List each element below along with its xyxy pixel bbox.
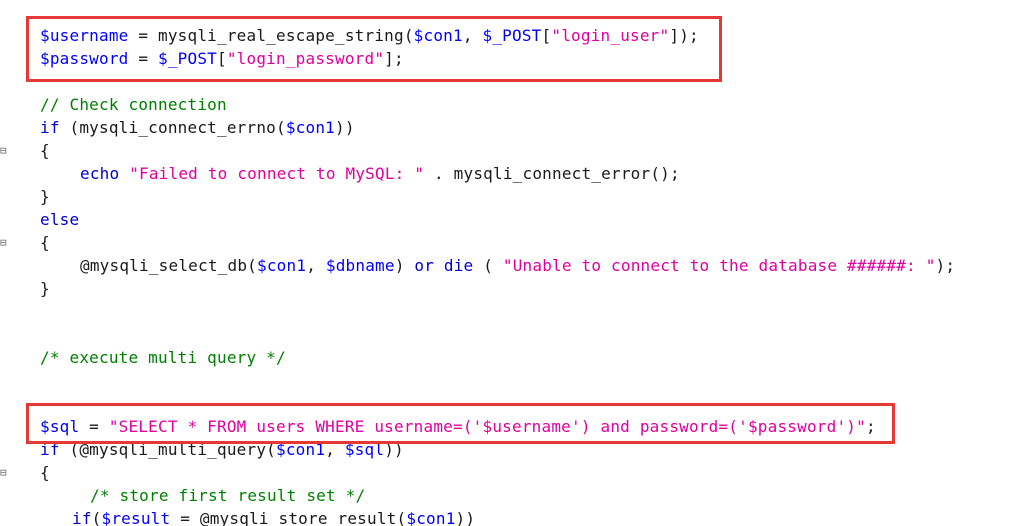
code-token: ( (59, 440, 80, 459)
code-token: if (72, 509, 92, 526)
code-token: } (40, 187, 50, 206)
code-token: )) (384, 440, 404, 459)
code-text: /* store first result set */ (90, 484, 365, 507)
code-token: } (40, 279, 50, 298)
code-token: , (462, 26, 483, 45)
code-token: { (40, 463, 50, 482)
code-token: $result (101, 509, 171, 526)
code-token: $sql (40, 417, 80, 436)
code-token: (); (650, 164, 680, 183)
code-token: die (443, 256, 474, 275)
code-token: = (79, 417, 109, 436)
code-token: $dbname (325, 256, 395, 275)
code-token: "Unable to connect to the database #####… (502, 256, 936, 275)
code-token: "login_password" (226, 49, 385, 68)
code-text: if (@mysqli_multi_query($con1, $sql)) (40, 438, 404, 461)
code-text: else (40, 208, 79, 231)
code-text: $password = $_POST["login_password"]; (40, 47, 404, 70)
code-token: ( (91, 509, 102, 526)
code-token: [ (217, 49, 227, 68)
code-token: ]); (669, 26, 699, 45)
code-token: // Check connection (40, 95, 227, 114)
code-token: . (424, 164, 454, 183)
code-text: @mysqli_select_db($con1, $dbname) or die… (80, 254, 955, 277)
code-token: if (40, 118, 60, 137)
code-token: = (128, 26, 158, 45)
code-text: $username = mysqli_real_escape_string($c… (40, 24, 699, 47)
code-text: } (40, 277, 50, 300)
code-token: "SELECT * FROM users WHERE username=('$u… (108, 417, 866, 436)
code-token: ( (266, 440, 277, 459)
code-token: )) (455, 509, 476, 526)
code-token: echo (80, 164, 120, 183)
code-text: } (40, 185, 50, 208)
code-token: ]; (384, 49, 404, 68)
fold-toggle-icon[interactable]: ⊟ (0, 461, 10, 484)
code-text: if($result = @mysqli_store_result($con1)… (72, 507, 475, 526)
code-token: else (40, 210, 80, 229)
code-text: { (40, 139, 50, 162)
code-token: mysqli_connect_error (453, 164, 651, 183)
code-token: , (306, 256, 326, 275)
code-token: "Failed to connect to MySQL: " (129, 164, 425, 183)
code-token: [ (541, 26, 552, 45)
code-token: /* execute multi query */ (40, 348, 286, 367)
code-text: /* execute multi query */ (40, 346, 286, 369)
code-token: @mysqli_multi_query (79, 440, 267, 459)
code-editor[interactable]: $username = mysqli_real_escape_string($c… (0, 0, 1028, 526)
code-token: ( (396, 509, 407, 526)
code-token: = (170, 509, 200, 526)
code-token: ( (403, 26, 414, 45)
code-token: ); (935, 256, 956, 275)
code-token: if (40, 440, 60, 459)
code-token: ( (473, 256, 503, 275)
code-token: $con1 (257, 256, 307, 275)
code-token: $_POST (482, 26, 542, 45)
code-token: $con1 (285, 118, 336, 137)
code-token: ( (276, 118, 286, 137)
code-text: if (mysqli_connect_errno($con1)) (40, 116, 355, 139)
code-token: $sql (344, 440, 385, 459)
code-token: { (40, 141, 50, 160)
code-token: ( (59, 118, 80, 137)
code-token: , (325, 440, 345, 459)
code-text: $sql = "SELECT * FROM users WHERE userna… (40, 415, 876, 438)
code-text: { (40, 461, 50, 484)
code-token: = (128, 49, 158, 68)
code-token: @mysqli_store_result (199, 509, 397, 526)
fold-toggle-icon[interactable]: ⊟ (0, 139, 10, 162)
code-token: { (40, 233, 50, 252)
code-text: { (40, 231, 50, 254)
code-token: $con1 (406, 509, 456, 526)
fold-toggle-icon[interactable]: ⊟ (0, 231, 10, 254)
code-token: "login_user" (551, 26, 670, 45)
code-token: $con1 (413, 26, 463, 45)
code-token: ; (865, 417, 876, 436)
code-token: $con1 (276, 440, 326, 459)
code-token: mysqli_real_escape_string (158, 26, 404, 45)
code-text: // Check connection (40, 93, 227, 116)
code-token: @mysqli_select_db (80, 256, 248, 275)
code-token: ) (394, 256, 415, 275)
code-token: $password (40, 49, 129, 68)
code-token: $username (40, 26, 129, 45)
code-text: echo "Failed to connect to MySQL: " . my… (80, 162, 680, 185)
code-token: ( (247, 256, 258, 275)
code-token: mysqli_connect_errno (79, 118, 276, 137)
code-token: $_POST (158, 49, 217, 68)
code-token: /* store first result set */ (90, 486, 366, 505)
code-token: )) (335, 118, 355, 137)
code-token: or (414, 256, 435, 275)
